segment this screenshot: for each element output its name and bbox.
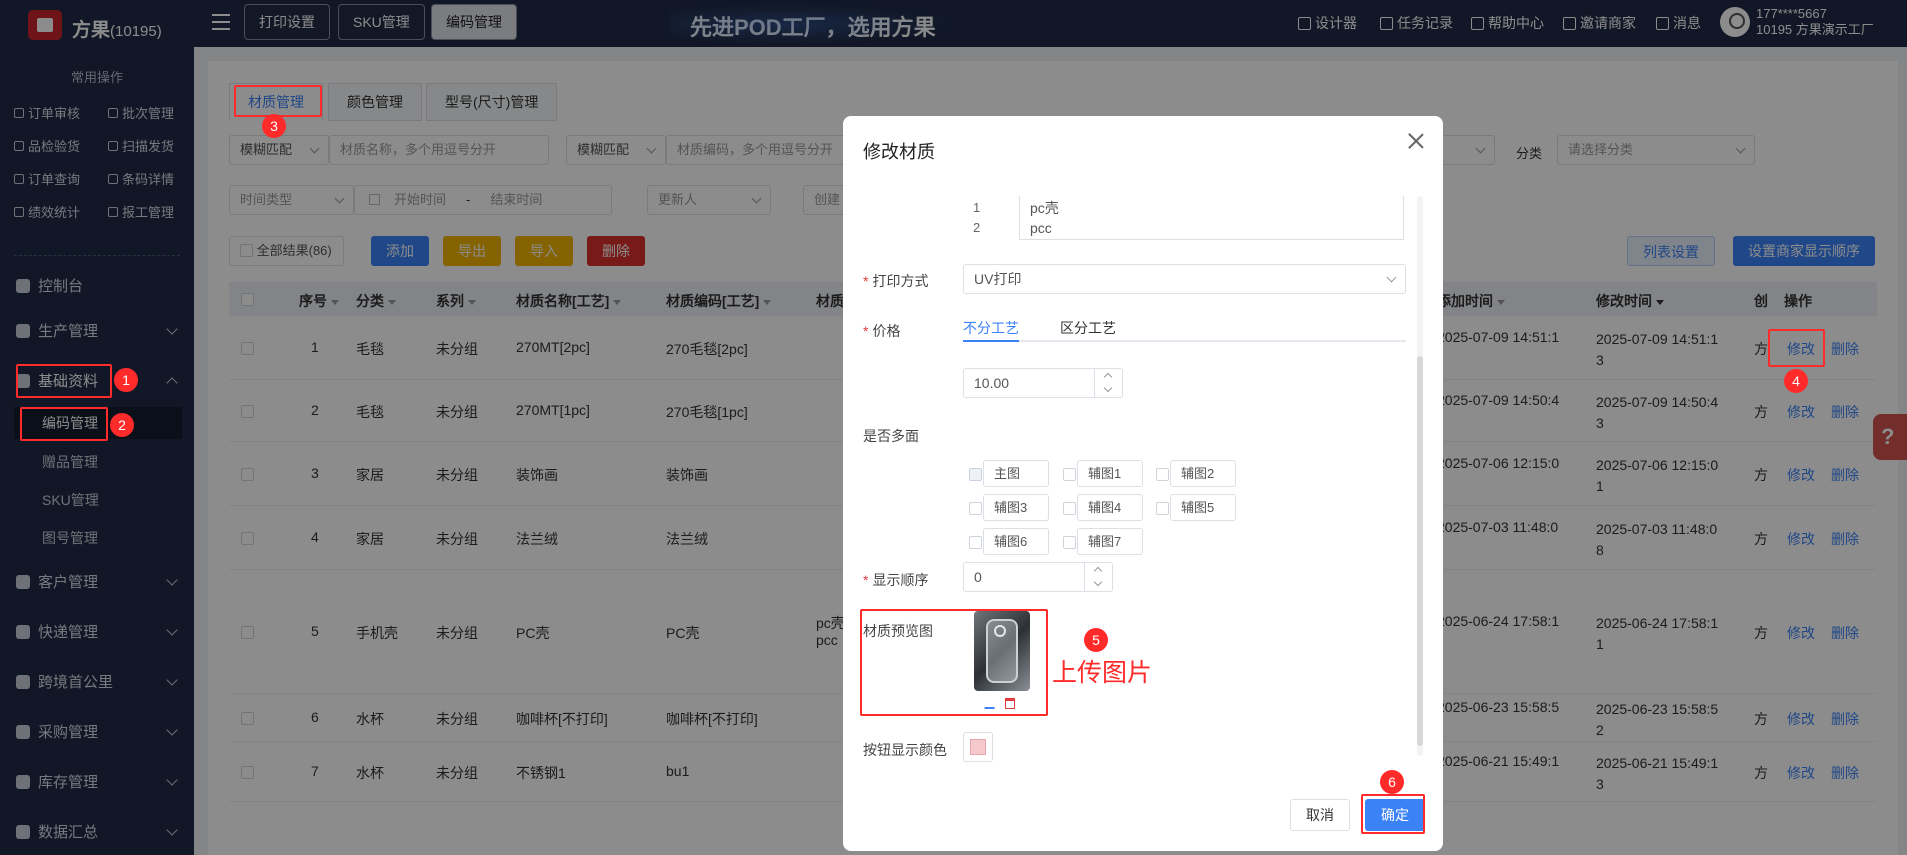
face-name-input[interactable]: 辅图4 [1077, 494, 1143, 521]
stepper-icon[interactable] [1084, 563, 1112, 591]
price-tab-by-process[interactable]: 区分工艺 [1060, 318, 1116, 338]
required-mark: * [863, 572, 869, 588]
annotation-box-preview [860, 609, 1048, 716]
annotation-badge-3: 3 [262, 114, 286, 138]
face-checkbox[interactable] [969, 468, 982, 481]
annotation-box-material-tab [234, 85, 322, 117]
face-checkbox[interactable] [1156, 502, 1169, 515]
color-picker[interactable] [963, 732, 993, 762]
face-checkbox[interactable] [1063, 468, 1076, 481]
annotation-badge-5: 5 [1084, 628, 1108, 652]
display-order-input[interactable]: 0 [963, 562, 1113, 592]
annotation-badge-6: 6 [1380, 770, 1404, 794]
list-item: pcc [1030, 220, 1052, 236]
stepper-icon[interactable] [1094, 369, 1122, 397]
line-number: 2 [973, 220, 981, 235]
face-checkbox[interactable] [1063, 536, 1076, 549]
face-checkbox[interactable] [969, 502, 982, 515]
price-tabs [963, 312, 1406, 342]
edit-material-dialog: 修改材质 12 pc壳 pcc * 打印方式 UV打印 * 价格 不分工艺 区分工艺 … [843, 116, 1443, 851]
dialog-scrollbar[interactable] [1417, 196, 1423, 756]
annotation-badge-2: 2 [110, 413, 134, 437]
list-item: pc壳 [1030, 200, 1059, 216]
button-color-label: 按钮显示颜色 [863, 742, 947, 758]
cancel-button[interactable]: 取消 [1290, 799, 1350, 831]
face-name-input[interactable]: 辅图7 [1077, 528, 1143, 555]
face-name-input[interactable]: 辅图5 [1170, 494, 1236, 521]
annotation-box-edit [1768, 329, 1825, 367]
dialog-title: 修改材质 [863, 142, 935, 162]
label-text: 打印方式 [872, 273, 929, 289]
label-text: 显示顺序 [872, 572, 929, 588]
price-label: * 价格 [863, 321, 900, 341]
multi-face-label: 是否多面 [863, 428, 919, 444]
face-name-input[interactable]: 辅图1 [1077, 460, 1143, 487]
face-checkbox[interactable] [1156, 468, 1169, 481]
face-name-input[interactable]: 辅图3 [983, 494, 1049, 521]
label-text: 价格 [872, 323, 901, 339]
required-mark: * [863, 323, 869, 339]
face-name-input[interactable]: 辅图2 [1170, 460, 1236, 487]
price-tab-unified[interactable]: 不分工艺 [963, 318, 1019, 342]
annotation-upload-note: 上传图片 [1052, 659, 1153, 687]
face-checkbox[interactable] [969, 536, 982, 549]
annotation-badge-1: 1 [114, 368, 138, 392]
required-mark: * [863, 273, 869, 289]
price-value: 10.00 [974, 375, 1010, 391]
list-numbers: 12 [973, 198, 983, 238]
color-swatch [970, 739, 986, 755]
annotation-badge-4: 4 [1784, 369, 1808, 393]
scroll-thumb[interactable] [1417, 356, 1423, 746]
close-icon[interactable] [1407, 132, 1425, 150]
order-value: 0 [974, 569, 982, 585]
print-method-select[interactable]: UV打印 [963, 264, 1406, 294]
face-checkbox[interactable] [1063, 502, 1076, 515]
face-name-input[interactable]: 辅图6 [983, 528, 1049, 555]
annotation-box-basic-data [16, 364, 112, 398]
face-name-input[interactable]: 主图 [983, 460, 1049, 487]
annotation-box-code-management [20, 407, 108, 441]
display-order-label: * 显示顺序 [863, 570, 928, 590]
annotation-box-confirm [1361, 794, 1425, 834]
price-input[interactable]: 10.00 [963, 368, 1123, 398]
material-list-textarea[interactable]: pc壳 pcc [1019, 196, 1404, 240]
line-number: 1 [973, 200, 981, 215]
print-method-label: * 打印方式 [863, 271, 928, 291]
